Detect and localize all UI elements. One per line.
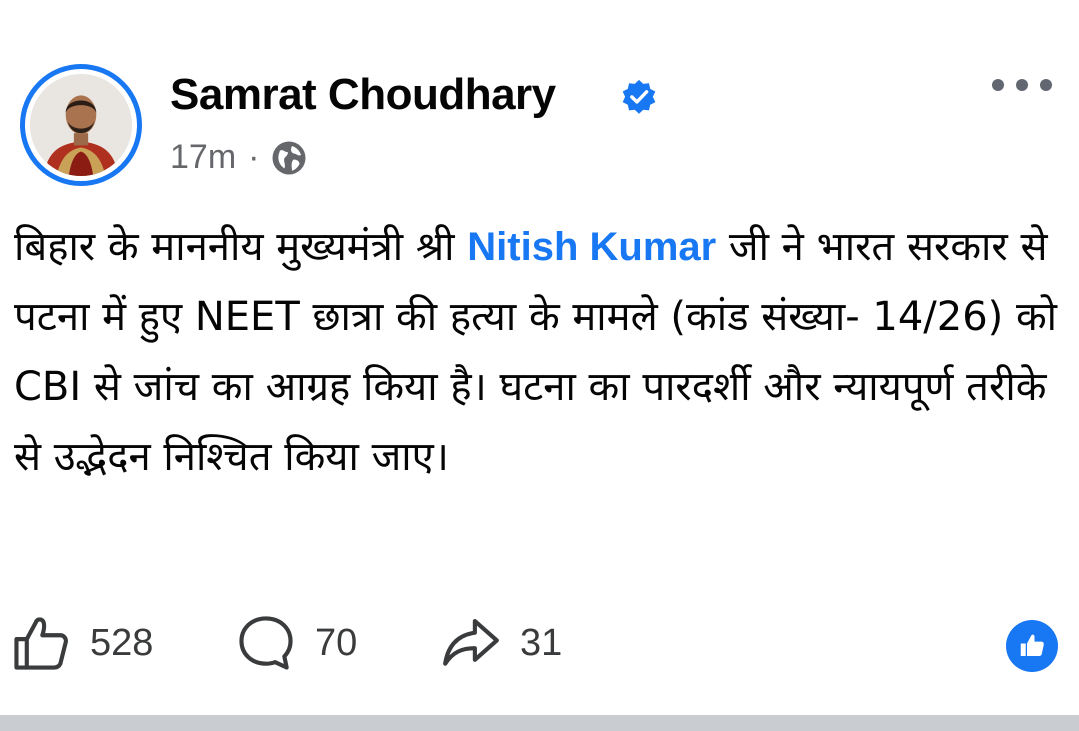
more-options-icon[interactable] bbox=[992, 70, 1052, 100]
like-button[interactable]: 528 bbox=[10, 612, 153, 674]
mention-link[interactable]: Nitish Kumar bbox=[467, 225, 716, 269]
like-count: 528 bbox=[90, 621, 154, 664]
share-icon bbox=[443, 618, 499, 666]
post-header: Samrat Choudhary 17m · bbox=[20, 64, 1060, 194]
post-meta: 17m · bbox=[170, 138, 307, 177]
share-button[interactable]: 31 bbox=[440, 612, 562, 674]
globe-icon bbox=[272, 141, 306, 174]
action-bar: 528 70 31 bbox=[10, 612, 1070, 692]
thumbs-up-icon bbox=[14, 617, 68, 670]
like-reaction-icon[interactable] bbox=[1006, 620, 1058, 672]
comment-icon bbox=[239, 616, 293, 670]
avatar[interactable] bbox=[20, 64, 142, 186]
top-strip bbox=[0, 0, 1079, 40]
person-photo-icon bbox=[30, 74, 132, 176]
thumbs-up-filled-icon bbox=[1020, 634, 1044, 656]
comment-count: 70 bbox=[315, 621, 358, 664]
author-name[interactable]: Samrat Choudhary bbox=[170, 70, 556, 120]
more-dot bbox=[1016, 79, 1028, 91]
post-body: बिहार के माननीय मुख्यमंत्री श्री Nitish … bbox=[14, 212, 1064, 492]
more-dot bbox=[1040, 79, 1052, 91]
share-count: 31 bbox=[520, 621, 563, 664]
meta-separator: · bbox=[248, 138, 260, 176]
post-time[interactable]: 17m bbox=[170, 138, 236, 177]
facebook-post: Samrat Choudhary 17m · बिहार के माननीय म… bbox=[0, 0, 1079, 731]
post-divider bbox=[0, 715, 1079, 731]
avatar-photo bbox=[30, 74, 132, 176]
more-dot bbox=[992, 79, 1004, 91]
post-text-start: बिहार के माननीय मुख्यमंत्री श्री bbox=[14, 224, 468, 270]
verified-badge-icon bbox=[622, 79, 656, 114]
comment-button[interactable]: 70 bbox=[235, 612, 357, 674]
